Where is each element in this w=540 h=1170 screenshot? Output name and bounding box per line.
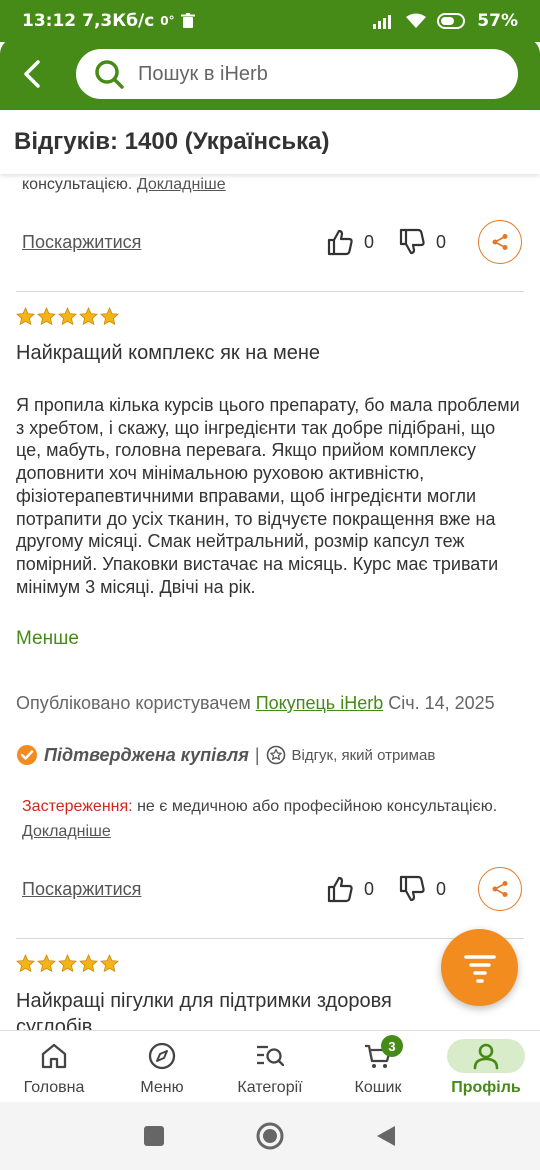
app-header bbox=[0, 38, 540, 110]
star-icon bbox=[100, 954, 119, 973]
status-time: 13:12 bbox=[22, 11, 77, 31]
bottom-navigation: Головна Меню Категорії 3 Кошик Профіль bbox=[0, 1030, 540, 1102]
prev-more-link[interactable]: Докладніше bbox=[137, 176, 226, 193]
prev-like-button[interactable]: 0 bbox=[326, 228, 374, 256]
thumbs-down-icon bbox=[399, 228, 425, 255]
nav-label-categories: Категорії bbox=[237, 1079, 303, 1096]
battery-percent: 57% bbox=[477, 11, 518, 31]
prev-disclaimer-text: консультацією. bbox=[22, 176, 133, 193]
search-input[interactable] bbox=[138, 62, 500, 86]
categories-search-icon bbox=[257, 1045, 285, 1067]
verified-purchase-row: Підтверджена купівля | Відгук, який отри… bbox=[16, 744, 435, 766]
next-review-title: Найкращі пігулки для підтримки здоровя с… bbox=[16, 990, 392, 1030]
nav-item-menu[interactable]: Меню bbox=[108, 1031, 216, 1102]
nav-item-cart[interactable]: 3 Кошик bbox=[324, 1031, 432, 1102]
star-icon bbox=[16, 307, 35, 326]
prev-share-button[interactable] bbox=[478, 220, 522, 264]
signal-icon bbox=[373, 13, 395, 29]
more-link[interactable]: Докладніше bbox=[22, 823, 111, 840]
published-prefix: Опубліковано користувачем bbox=[16, 693, 251, 713]
prev-like-count: 0 bbox=[363, 231, 374, 252]
page-title-bar: Відгуків: 1400 (Українська) bbox=[0, 110, 540, 174]
dislike-count: 0 bbox=[435, 878, 446, 899]
review-title: Найкращий комплекс як на мене bbox=[16, 342, 320, 364]
prev-dislike-count: 0 bbox=[435, 231, 446, 252]
review-actions: Поскаржитися 0 0 bbox=[22, 867, 522, 911]
star-icon bbox=[79, 954, 98, 973]
star-icon bbox=[58, 307, 77, 326]
triangle-back-icon bbox=[377, 1126, 395, 1146]
back-button[interactable] bbox=[14, 52, 50, 96]
wifi-icon bbox=[405, 13, 427, 29]
share-icon bbox=[492, 881, 508, 897]
verified-check-icon bbox=[17, 745, 37, 765]
nav-label-cart: Кошик bbox=[354, 1079, 402, 1096]
star-icon bbox=[37, 307, 56, 326]
status-bar: 13:12 7,3Кб/с 0° 57% bbox=[0, 0, 540, 42]
divider bbox=[16, 938, 524, 939]
review-rating-stars bbox=[16, 307, 119, 326]
nav-item-home[interactable]: Головна bbox=[0, 1031, 108, 1102]
review-date: Січ. 14, 2025 bbox=[388, 693, 495, 713]
prev-report-link[interactable]: Поскаржитися bbox=[22, 232, 141, 253]
star-icon bbox=[37, 954, 56, 973]
incentive-badge-icon bbox=[266, 745, 285, 765]
square-icon bbox=[144, 1126, 164, 1146]
prev-review-actions: Поскаржитися 0 0 bbox=[22, 220, 522, 264]
reviews-list[interactable]: консультацією. Докладніше Поскаржитися 0… bbox=[0, 174, 540, 1030]
back-system-button[interactable] bbox=[375, 1124, 397, 1148]
home-system-button[interactable] bbox=[255, 1121, 285, 1151]
back-arrow-icon bbox=[24, 60, 40, 88]
system-navigation-bar bbox=[0, 1102, 540, 1170]
warning-label: Застереження: bbox=[22, 798, 133, 815]
nav-label-profile: Профіль bbox=[451, 1079, 521, 1096]
star-icon bbox=[100, 307, 119, 326]
author-link[interactable]: Покупець iHerb bbox=[256, 693, 384, 713]
like-button[interactable]: 0 bbox=[326, 875, 374, 903]
prev-dislike-button[interactable]: 0 bbox=[398, 228, 446, 256]
search-icon bbox=[95, 60, 124, 89]
status-speed: 7,3Кб/с bbox=[82, 11, 155, 31]
prev-review-disclaimer: консультацією. Докладніше bbox=[22, 176, 226, 194]
star-icon bbox=[16, 954, 35, 973]
review-disclaimer: Застереження: не є медичною або професій… bbox=[22, 794, 502, 844]
search-bar[interactable] bbox=[76, 49, 518, 99]
warning-text: не є медичною або професійною консультац… bbox=[137, 798, 498, 815]
filter-icon bbox=[463, 954, 496, 983]
star-icon bbox=[79, 307, 98, 326]
circle-icon bbox=[256, 1122, 284, 1150]
review-published-info: Опубліковано користувачем Покупець iHerb… bbox=[16, 692, 521, 715]
report-link[interactable]: Поскаржитися bbox=[22, 879, 141, 900]
profile-icon bbox=[473, 1043, 499, 1070]
like-count: 0 bbox=[363, 878, 374, 899]
filter-sort-fab[interactable] bbox=[441, 929, 518, 1006]
nav-label-home: Головна bbox=[23, 1079, 85, 1096]
share-icon bbox=[492, 234, 508, 250]
nav-item-categories[interactable]: Категорії bbox=[216, 1031, 324, 1102]
trash-icon bbox=[180, 13, 195, 29]
battery-icon bbox=[437, 13, 467, 29]
dislike-button[interactable]: 0 bbox=[398, 875, 446, 903]
separator: | bbox=[254, 744, 260, 765]
nav-label-menu: Меню bbox=[140, 1079, 184, 1096]
page-title: Відгуків: 1400 (Українська) bbox=[14, 128, 330, 155]
thumbs-down-icon bbox=[399, 875, 425, 902]
star-icon bbox=[58, 954, 77, 973]
nav-item-profile[interactable]: Профіль bbox=[432, 1031, 540, 1102]
status-degree: 0° bbox=[160, 14, 175, 28]
thumbs-up-icon bbox=[327, 876, 353, 903]
share-button[interactable] bbox=[478, 867, 522, 911]
compass-icon bbox=[148, 1042, 176, 1070]
divider bbox=[16, 291, 524, 292]
incentive-label: Відгук, який отримав bbox=[291, 746, 436, 764]
thumbs-up-icon bbox=[327, 229, 353, 256]
home-icon bbox=[41, 1043, 67, 1069]
recents-button[interactable] bbox=[143, 1125, 165, 1147]
next-review-rating-stars bbox=[16, 954, 119, 973]
show-less-link[interactable]: Менше bbox=[16, 628, 79, 650]
cart-count-badge: 3 bbox=[381, 1035, 403, 1057]
review-body: Я пропила кілька курсів цього препарату,… bbox=[16, 395, 520, 597]
verified-label: Підтверджена купівля bbox=[44, 744, 249, 765]
